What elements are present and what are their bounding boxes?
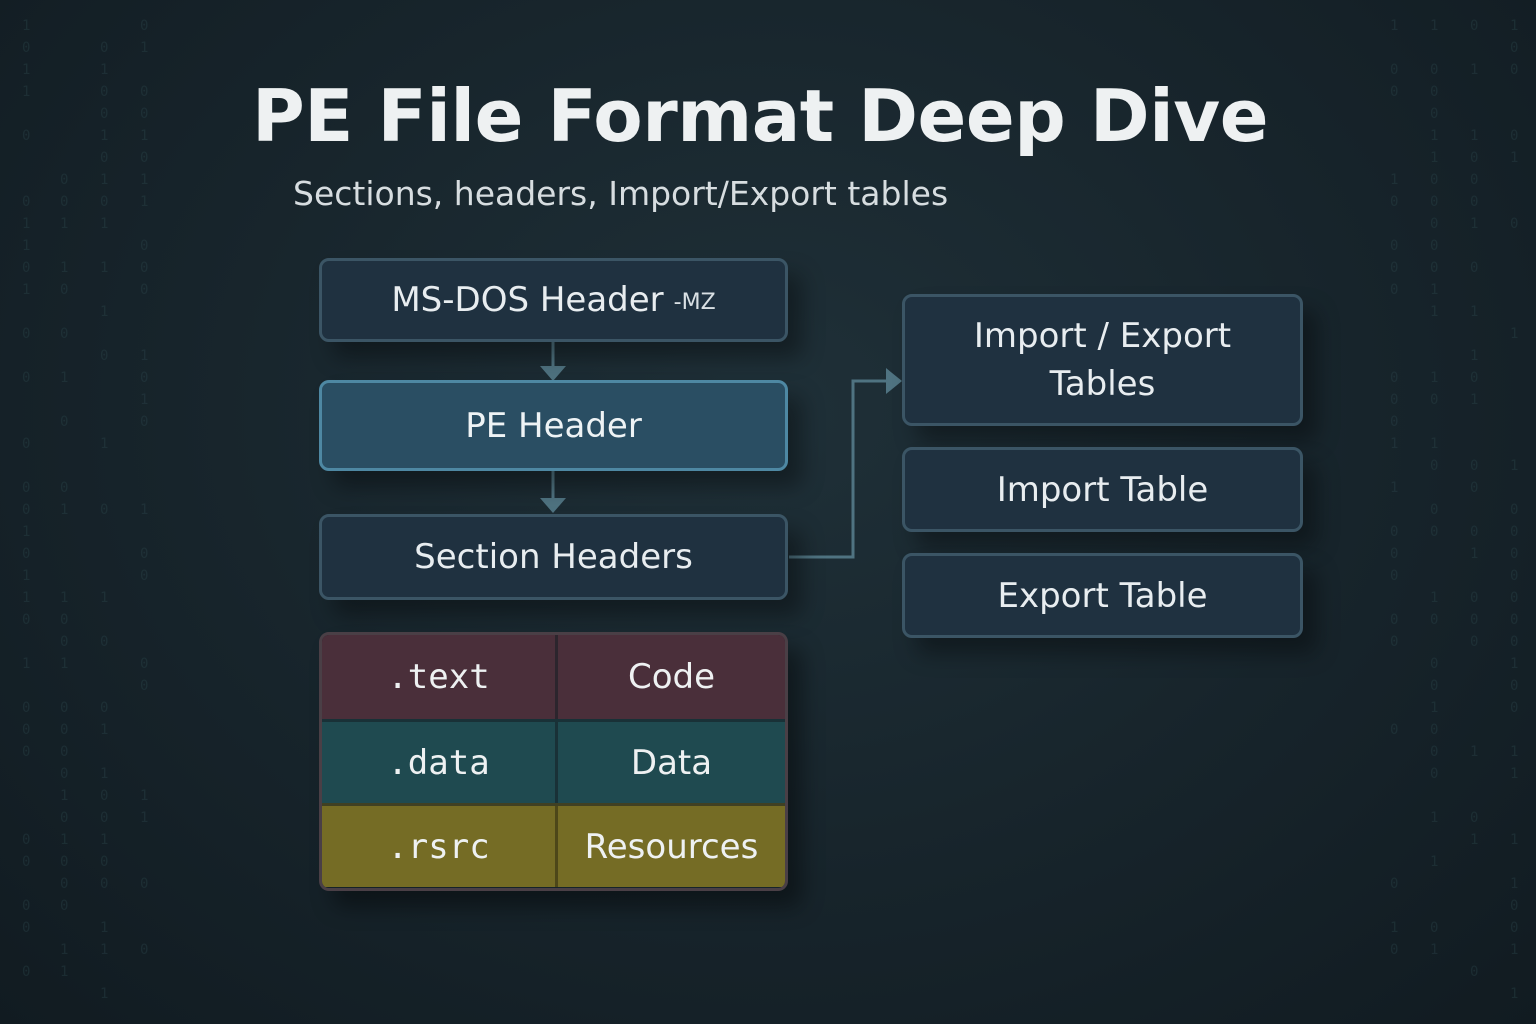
msdos-header-label: MS-DOS Header	[391, 280, 664, 320]
section-headers-label: Section Headers	[414, 537, 693, 577]
section-row-rsrc: .rsrc Resources	[322, 803, 785, 887]
section-name: .rsrc	[322, 806, 558, 887]
msdos-header-box: MS-DOS Header -MZ	[319, 258, 788, 342]
section-row-data: .data Data	[322, 719, 785, 803]
arrow-section-headers-to-tables	[789, 379, 888, 559]
pe-header-label: PE Header	[465, 405, 642, 446]
section-name: .text	[322, 635, 558, 719]
import-table-box: Import Table	[902, 447, 1303, 532]
arrowhead-pe	[540, 366, 566, 381]
section-description: Data	[630, 742, 713, 783]
import-export-tables-box: Import / Export Tables	[902, 294, 1303, 426]
arrowhead-tables	[886, 368, 902, 394]
import-table-label: Import Table	[996, 469, 1209, 510]
pe-header-box: PE Header	[319, 380, 788, 471]
import-export-tables-label: Import / Export Tables	[973, 316, 1232, 404]
section-name: .data	[322, 722, 558, 803]
msdos-header-tag: -MZ	[673, 289, 716, 315]
section-description: Resources	[584, 826, 759, 867]
export-table-label: Export Table	[997, 575, 1208, 616]
section-headers-box: Section Headers	[319, 514, 788, 600]
export-table-box: Export Table	[902, 553, 1303, 638]
section-description: Code	[627, 657, 716, 697]
sections-table: .text Code .data Data .rsrc Resources	[319, 632, 788, 891]
section-row-text: .text Code	[322, 635, 785, 719]
arrowhead-section-headers	[540, 498, 566, 513]
